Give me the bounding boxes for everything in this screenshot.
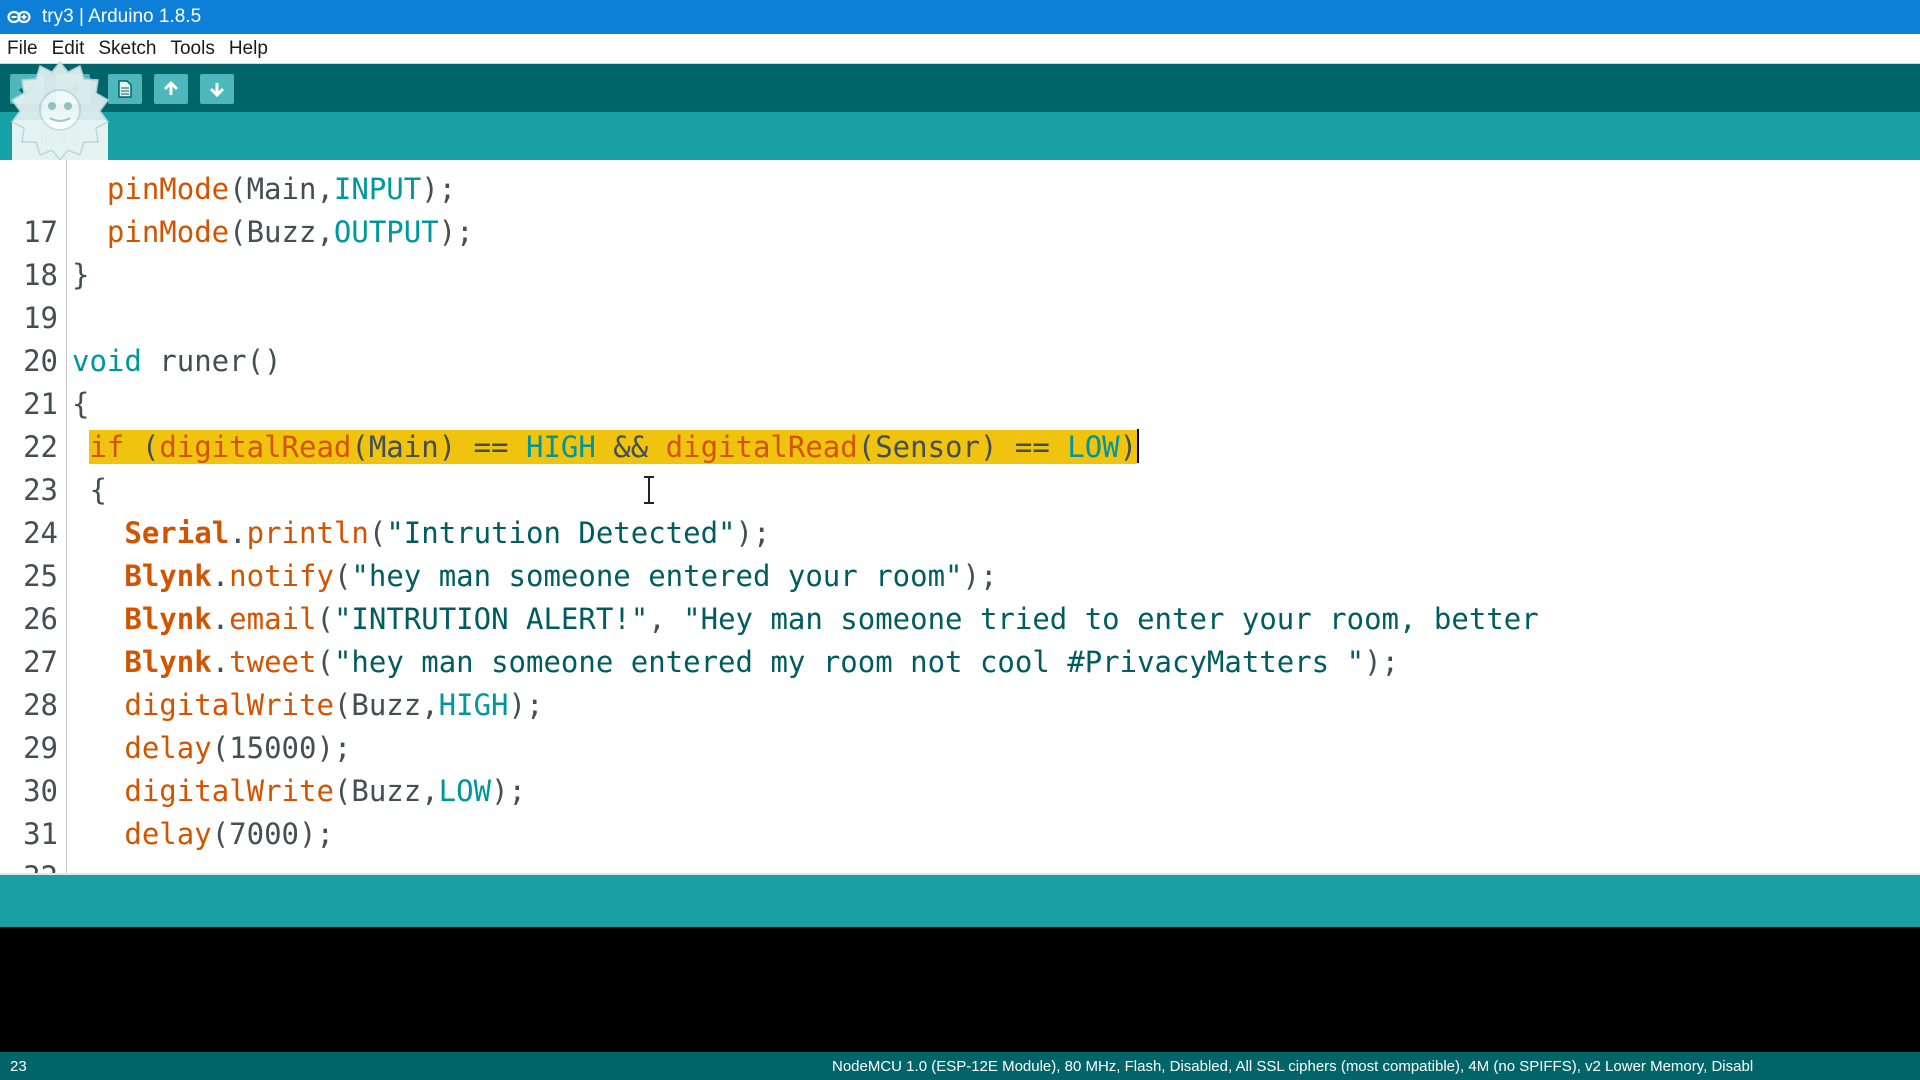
code-text: digitalWrite(Buzz,LOW); bbox=[124, 774, 526, 808]
code-text: Blynk.email("INTRUTION ALERT!", "Hey man… bbox=[124, 602, 1539, 636]
code-line: 26 Blynk.notify("hey man someone entered… bbox=[0, 555, 1920, 636]
code-text: Blynk.tweet("hey man someone entered my … bbox=[124, 645, 1399, 679]
code-line: 18 pinMode(Buzz,OUTPUT); bbox=[0, 211, 1920, 292]
code-text: { bbox=[72, 473, 107, 507]
console-header bbox=[0, 873, 1920, 927]
new-icon bbox=[118, 80, 132, 98]
upload-icon bbox=[66, 82, 82, 96]
text-caret bbox=[1137, 429, 1140, 463]
code-line: 32 delay(7000); bbox=[0, 813, 1920, 873]
text-cursor-icon bbox=[644, 476, 654, 504]
save-button[interactable] bbox=[200, 74, 234, 104]
status-line-number: 23 bbox=[10, 1058, 27, 1075]
save-icon bbox=[209, 83, 225, 98]
code-text: Blynk.notify("hey man someone entered yo… bbox=[124, 559, 998, 593]
open-icon bbox=[163, 80, 179, 95]
code-line-selected: 23 if (digitalRead(Main) == HIGH && digi… bbox=[0, 426, 1920, 507]
verify-button[interactable] bbox=[10, 74, 44, 104]
console-output[interactable] bbox=[0, 927, 1920, 1052]
code-text: } bbox=[72, 258, 90, 292]
arduino-logo-icon bbox=[6, 7, 32, 27]
code-text: delay(7000); bbox=[124, 817, 334, 851]
open-button[interactable] bbox=[154, 74, 188, 104]
menu-help[interactable]: Help bbox=[222, 38, 275, 60]
code-line: 27 Blynk.email("INTRUTION ALERT!", "Hey … bbox=[0, 598, 1920, 679]
code-line: 25 Serial.println("Intrution Detected"); bbox=[0, 512, 1920, 593]
code-text: pinMode(Buzz,OUTPUT); bbox=[106, 215, 474, 249]
upload-button[interactable] bbox=[56, 74, 90, 104]
tab-sketch[interactable]: try3 § bbox=[12, 120, 108, 160]
title-bar: try3 | Arduino 1.8.5 bbox=[0, 0, 1920, 34]
code-text: delay(15000); bbox=[124, 731, 352, 765]
code-line: 29 digitalWrite(Buzz,HIGH); bbox=[0, 684, 1920, 765]
code-text: digitalWrite(Buzz,HIGH); bbox=[124, 688, 544, 722]
menu-bar: File Edit Sketch Tools Help bbox=[0, 34, 1920, 64]
menu-file[interactable]: File bbox=[0, 38, 45, 60]
code-line: 22 { bbox=[0, 383, 1920, 464]
toolbar bbox=[0, 64, 1920, 112]
line-number: 32 bbox=[0, 856, 58, 873]
menu-tools[interactable]: Tools bbox=[163, 38, 221, 60]
tab-strip: try3 § bbox=[0, 112, 1920, 160]
code-text: { bbox=[72, 387, 90, 421]
new-button[interactable] bbox=[108, 74, 142, 104]
verify-icon bbox=[18, 82, 36, 96]
code-line: 19 } bbox=[0, 254, 1920, 335]
selection-highlight: if (digitalRead(Main) == HIGH && digital… bbox=[89, 430, 1138, 464]
tab-label: try3 § bbox=[39, 131, 80, 148]
code-editor[interactable]: 17 pinMode(Main,INPUT); 18 pinMode(Buzz,… bbox=[0, 160, 1920, 873]
code-text: void runer() bbox=[72, 344, 282, 378]
code-text: if (digitalRead(Main) == HIGH && digital… bbox=[72, 426, 1140, 469]
code-line: 21 void runer() bbox=[0, 340, 1920, 421]
status-bar: 23 NodeMCU 1.0 (ESP-12E Module), 80 MHz,… bbox=[0, 1052, 1920, 1080]
code-text: pinMode(Main,INPUT); bbox=[106, 172, 457, 206]
code-line: 28 Blynk.tweet("hey man someone entered … bbox=[0, 641, 1920, 722]
code-line: 24 { bbox=[0, 469, 1920, 550]
code-line: 17 pinMode(Main,INPUT); bbox=[0, 168, 1920, 249]
code-line: 31 digitalWrite(Buzz,LOW); bbox=[0, 770, 1920, 851]
code-line: 30 delay(15000); bbox=[0, 727, 1920, 808]
code-line: 20 bbox=[0, 297, 1920, 378]
menu-edit[interactable]: Edit bbox=[45, 38, 92, 60]
menu-sketch[interactable]: Sketch bbox=[91, 38, 163, 60]
code-text: Serial.println("Intrution Detected"); bbox=[124, 516, 771, 550]
board-info: NodeMCU 1.0 (ESP-12E Module), 80 MHz, Fl… bbox=[832, 1058, 1754, 1075]
window-title: try3 | Arduino 1.8.5 bbox=[42, 6, 202, 27]
